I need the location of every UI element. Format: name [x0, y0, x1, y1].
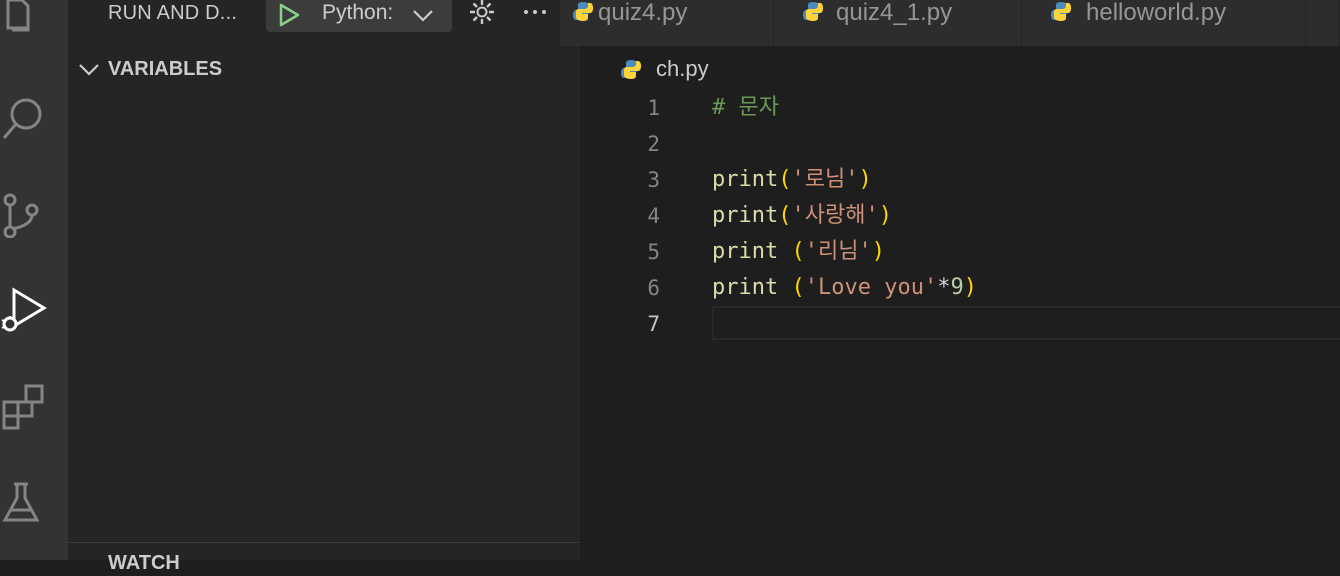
more-actions-icon[interactable] — [520, 0, 552, 26]
tab-label: quiz4_1.py — [836, 0, 953, 26]
source-control-icon[interactable] — [0, 190, 48, 239]
line-number: 3 — [647, 168, 660, 192]
line-number: 7 — [647, 312, 660, 336]
tab-helloworld[interactable]: helloworld.py — [1022, 0, 1306, 46]
code-token-func: print — [712, 167, 779, 192]
code-token-comment: # 문자 — [712, 95, 779, 120]
launch-configuration-group: Python: — [266, 0, 452, 32]
code-token-num: 9 — [950, 275, 964, 300]
chevron-down-icon[interactable] — [412, 4, 434, 26]
activity-bar — [0, 0, 68, 560]
line-number: 6 — [647, 276, 660, 300]
gear-icon[interactable] — [466, 0, 498, 30]
tab-label: helloworld.py — [1086, 0, 1227, 26]
code-token-string: '로님' — [791, 167, 859, 192]
run-debug-icon[interactable] — [0, 284, 48, 332]
code-token-paren: ( — [791, 275, 805, 300]
code-line[interactable]: 6 print ('Love you'*9) — [580, 270, 1340, 306]
files-icon[interactable] — [0, 0, 48, 40]
code-text: print ('Love you'*9) — [712, 270, 977, 306]
line-number: 2 — [647, 132, 660, 156]
variables-section-header[interactable]: VARIABLES — [68, 54, 580, 84]
code-token-paren: ) — [871, 239, 885, 264]
launch-config-select[interactable]: Python: — [322, 0, 393, 26]
line-number: 1 — [647, 96, 660, 120]
code-token-paren: ) — [878, 203, 892, 228]
section-divider — [68, 542, 580, 543]
code-text: print('로님') — [712, 162, 872, 198]
chevron-down-icon — [78, 58, 100, 80]
code-token-op — [778, 239, 791, 264]
line-number: 4 — [647, 204, 660, 228]
code-token-paren: ) — [963, 275, 977, 300]
watch-section-header[interactable]: WATCH — [108, 550, 180, 576]
code-text: print('사랑해') — [712, 198, 892, 234]
debug-toolbar: RUN AND D... Python: — [68, 0, 580, 34]
code-token-string: '리님' — [804, 239, 872, 264]
code-line[interactable]: 3 print('로님') — [580, 162, 1340, 198]
variables-title: VARIABLES — [108, 58, 223, 80]
code-token-func: print — [712, 239, 779, 264]
code-line[interactable]: 1 # 문자 — [580, 90, 1340, 126]
code-text: print ('리님') — [712, 234, 885, 270]
code-line[interactable]: 5 print ('리님') — [580, 234, 1340, 270]
code-token-paren: ) — [858, 167, 872, 192]
code-text: # 문자 — [712, 90, 779, 126]
testing-icon[interactable] — [0, 478, 48, 526]
search-icon[interactable] — [0, 94, 48, 142]
code-token-paren: ( — [778, 167, 792, 192]
code-token-paren: ( — [778, 203, 792, 228]
breadcrumb-file[interactable]: ch.py — [656, 56, 709, 82]
code-line[interactable]: 4 print('사랑해') — [580, 198, 1340, 234]
code-line[interactable]: 7 — [580, 306, 1340, 342]
extensions-icon[interactable] — [0, 382, 48, 430]
run-debug-title: RUN AND D... — [108, 2, 238, 24]
python-file-icon — [572, 0, 594, 22]
start-debugging-button[interactable] — [276, 2, 302, 28]
tab-bar: quiz4.py quiz4_1.py helloworld.py — [560, 0, 1340, 46]
code-token-string: 'Love you' — [804, 275, 938, 300]
python-file-icon — [620, 58, 642, 80]
run-debug-sidebar: RUN AND D... Python: VARIABLES WATCH — [68, 0, 580, 574]
tab-quiz4[interactable]: quiz4.py — [560, 0, 774, 46]
tab-label: quiz4.py — [598, 0, 688, 26]
code-token-func: print — [712, 203, 779, 228]
code-editor[interactable]: 1 # 문자 2 3 print('로님') 4 print('사랑해') 5 print ('… — [580, 90, 1340, 560]
editor-area: quiz4.py quiz4_1.py helloworld.py ch.py … — [560, 0, 1340, 560]
line-number: 5 — [647, 240, 660, 264]
code-token-string: '사랑해' — [791, 203, 879, 228]
code-line[interactable]: 2 — [580, 126, 1340, 162]
code-token-op — [778, 275, 791, 300]
python-file-icon — [1050, 0, 1072, 22]
code-token-func: print — [712, 275, 779, 300]
tab-overflow[interactable] — [1306, 0, 1340, 46]
code-token-paren: ( — [791, 239, 805, 264]
python-file-icon — [802, 0, 824, 22]
code-token-op: * — [937, 275, 951, 300]
tab-quiz4-1[interactable]: quiz4_1.py — [774, 0, 1022, 46]
